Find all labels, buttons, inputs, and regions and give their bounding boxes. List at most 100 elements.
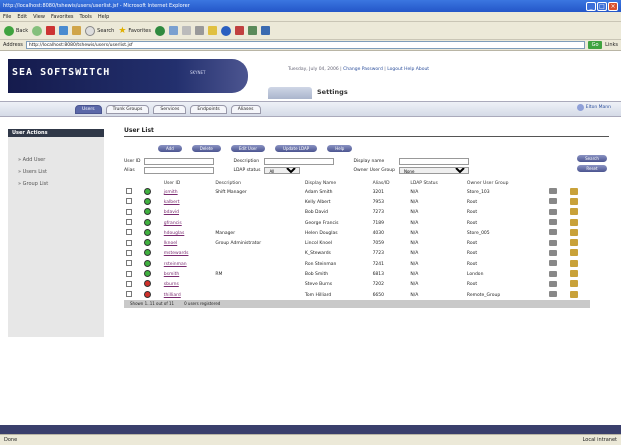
ldap-status-select[interactable]: All xyxy=(264,167,301,174)
sidebar-item-users-list[interactable]: » Users List xyxy=(8,163,104,175)
edit-icon[interactable] xyxy=(570,270,579,278)
forward-icon[interactable] xyxy=(32,25,43,36)
user-id-input[interactable] xyxy=(144,158,215,165)
current-user[interactable]: Elton Mann xyxy=(576,104,611,111)
copy-icon[interactable] xyxy=(548,188,557,195)
user-id-link[interactable]: bsmith xyxy=(164,272,179,277)
row-checkbox[interactable] xyxy=(126,280,132,287)
menu-item-help[interactable]: Help xyxy=(98,14,109,20)
user-id-link[interactable]: kalbert xyxy=(164,200,180,205)
copy-icon[interactable] xyxy=(548,249,557,256)
folder-icon[interactable] xyxy=(208,26,217,35)
row-checkbox[interactable] xyxy=(126,270,132,277)
row-checkbox[interactable] xyxy=(126,260,132,267)
sidebar-item-group-list[interactable]: » Group List xyxy=(8,175,104,187)
user-id-link[interactable]: bdavid xyxy=(164,210,179,215)
user-id-link[interactable]: lknoel xyxy=(164,241,177,246)
go-button[interactable]: Go xyxy=(588,41,603,49)
edit-cell xyxy=(568,197,590,207)
stop-icon[interactable] xyxy=(46,26,56,35)
edit-icon[interactable] xyxy=(570,259,579,267)
copy-icon[interactable] xyxy=(548,260,557,267)
edit-icon[interactable] xyxy=(570,197,579,205)
history-icon[interactable] xyxy=(169,26,178,35)
back-button[interactable]: Back xyxy=(4,25,28,36)
add-button[interactable]: Add xyxy=(158,145,182,152)
user-id-link[interactable]: mstewards xyxy=(164,251,189,256)
row-checkbox[interactable] xyxy=(126,188,132,195)
edit-icon[interactable] xyxy=(570,218,579,226)
menu-item-tools[interactable]: Tools xyxy=(80,14,92,20)
user-id-link[interactable]: hdouglas xyxy=(164,231,185,236)
user-id-link[interactable]: jsmith xyxy=(164,190,178,195)
copy-icon[interactable] xyxy=(548,229,557,236)
row-checkbox[interactable] xyxy=(126,219,132,226)
links-label[interactable]: Links xyxy=(605,42,618,48)
row-checkbox[interactable] xyxy=(126,198,132,205)
alias-input[interactable] xyxy=(144,167,215,174)
delete-button[interactable]: Delete xyxy=(191,145,221,152)
edit-user-button[interactable]: Edit User xyxy=(230,145,266,152)
update-ldap-button[interactable]: Update LDAP xyxy=(275,145,318,152)
edit-icon[interactable] xyxy=(570,249,579,257)
tab-services[interactable]: Services xyxy=(153,105,187,114)
menu-item-view[interactable]: View xyxy=(33,14,45,20)
edit-icon[interactable] xyxy=(570,228,579,236)
favorites-button[interactable]: ★ Favorites xyxy=(118,26,151,36)
tools-icon[interactable] xyxy=(248,26,257,35)
edit-icon[interactable] xyxy=(570,280,579,288)
minimize-button[interactable]: _ xyxy=(586,1,596,11)
edit-icon[interactable] xyxy=(570,187,579,195)
copy-icon[interactable] xyxy=(548,219,557,226)
row-checkbox[interactable] xyxy=(126,239,132,246)
user-id-link[interactable]: thilliard xyxy=(164,293,181,298)
tab-trunk-groups[interactable]: Trunk Groups xyxy=(105,105,150,114)
logout-link[interactable]: Logout xyxy=(387,67,402,72)
reset-button[interactable]: Reset xyxy=(577,165,607,172)
mail-icon[interactable] xyxy=(182,26,191,35)
change-password-link[interactable]: Change Password xyxy=(343,67,383,72)
row-checkbox[interactable] xyxy=(126,291,132,298)
copy-icon[interactable] xyxy=(548,270,557,277)
tab-aliases[interactable]: Aliases xyxy=(230,105,261,114)
close-button[interactable]: × xyxy=(608,1,618,11)
tab-endpoints[interactable]: Endpoints xyxy=(190,105,227,114)
address-input[interactable]: http://localhost:8080/tshewis/users/user… xyxy=(25,41,586,49)
tab-users[interactable]: Users xyxy=(75,105,102,114)
help-button[interactable]: Help xyxy=(327,145,353,152)
copy-icon[interactable] xyxy=(548,280,557,287)
help-link[interactable]: Help xyxy=(404,67,414,72)
display-name-input[interactable] xyxy=(398,158,469,165)
print-icon[interactable] xyxy=(195,26,204,35)
search-button[interactable]: Search xyxy=(85,25,114,36)
maximize-button[interactable]: □ xyxy=(597,1,607,11)
globe-icon[interactable] xyxy=(221,25,231,36)
menu-item-favorites[interactable]: Favorites xyxy=(51,14,74,20)
search-button[interactable]: Search xyxy=(577,155,607,162)
copy-icon[interactable] xyxy=(548,239,557,246)
edit-icon[interactable] xyxy=(570,208,579,216)
user-id-link[interactable]: rsteinman xyxy=(164,262,187,267)
copy-icon[interactable] xyxy=(548,198,557,205)
media-icon[interactable] xyxy=(155,25,165,36)
edit-icon[interactable] xyxy=(570,239,579,247)
row-checkbox[interactable] xyxy=(126,208,132,215)
row-checkbox[interactable] xyxy=(126,229,132,236)
description-input[interactable] xyxy=(264,158,335,165)
row-checkbox[interactable] xyxy=(126,249,132,256)
home-icon[interactable] xyxy=(72,26,82,35)
discuss-icon[interactable] xyxy=(261,26,270,35)
messenger-icon[interactable] xyxy=(235,26,244,35)
alias-cell: 7202 xyxy=(372,282,385,288)
refresh-icon[interactable] xyxy=(59,26,69,35)
about-link[interactable]: About xyxy=(416,67,429,72)
copy-icon[interactable] xyxy=(548,291,557,298)
sidebar-item-add-user[interactable]: » Add User xyxy=(8,151,104,163)
menu-item-file[interactable]: File xyxy=(3,14,11,20)
menu-item-edit[interactable]: Edit xyxy=(17,14,27,20)
edit-icon[interactable] xyxy=(570,290,579,298)
owner-group-select[interactable]: None xyxy=(398,167,469,174)
user-id-link[interactable]: gfrancis xyxy=(164,221,182,226)
copy-icon[interactable] xyxy=(548,208,557,215)
user-id-link[interactable]: sburns xyxy=(164,282,179,287)
